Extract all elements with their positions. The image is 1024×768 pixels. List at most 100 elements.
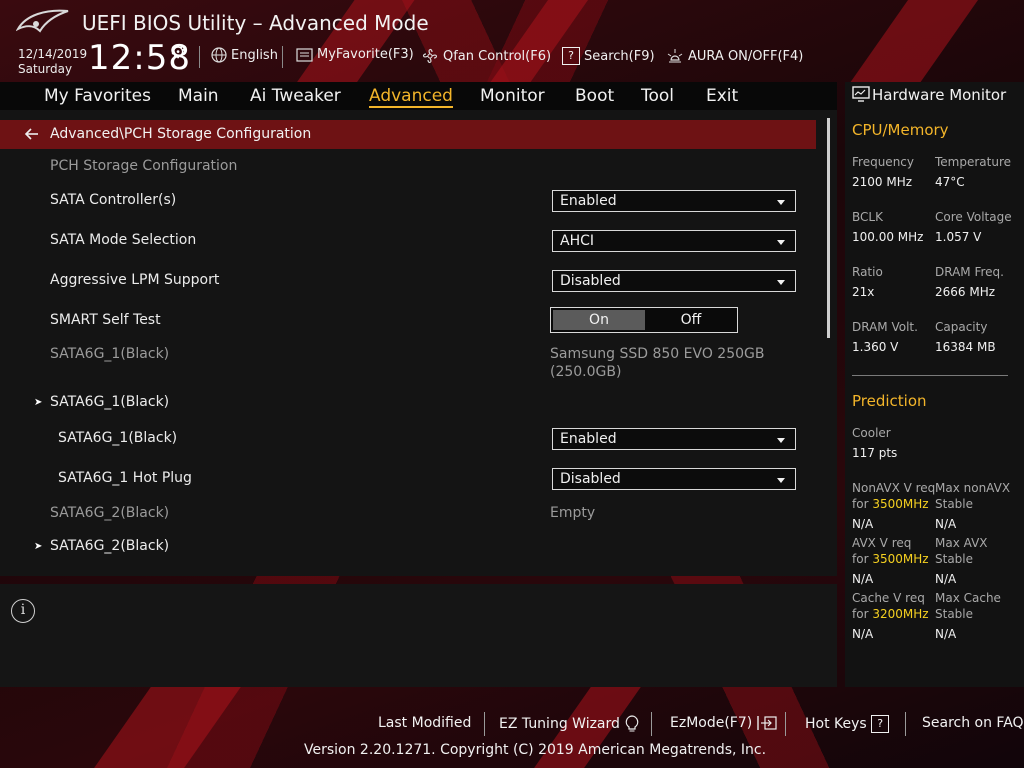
hw-divider (852, 375, 1008, 376)
nonavx-freq-line: for 3500MHz (852, 497, 929, 511)
avx-freq: 3500MHz (872, 552, 929, 566)
avx-for: for (852, 552, 869, 566)
cache-for: for (852, 607, 869, 621)
sata-controller-select[interactable]: Enabled (552, 190, 796, 212)
max-cache-label: Max Cache (935, 591, 1001, 605)
search-faq-button[interactable]: Search on FAQ (922, 715, 1024, 731)
last-modified-button[interactable]: Last Modified (378, 715, 471, 731)
tab-advanced[interactable]: Advanced (369, 86, 453, 108)
footer-divider (785, 712, 786, 736)
qfan-button[interactable]: Qfan Control(F6) (421, 47, 551, 65)
header-divider (199, 46, 200, 68)
back-arrow-icon[interactable] (24, 126, 40, 142)
tab-exit[interactable]: Exit (706, 86, 738, 106)
hotkeys-label: Hot Keys (805, 716, 867, 732)
port1-device-size: (250.0GB) (550, 364, 622, 380)
prediction-heading: Prediction (852, 392, 927, 410)
smart-off-option[interactable]: Off (647, 310, 735, 330)
lpm-select[interactable]: Disabled (552, 270, 796, 292)
port1-device-name: Samsung SSD 850 EVO 250GB (550, 346, 765, 362)
sata-mode-select[interactable]: AHCI (552, 230, 796, 252)
port1-enable-select[interactable]: Enabled (552, 428, 796, 450)
chevron-down-icon (777, 240, 785, 245)
lightbulb-icon (626, 715, 639, 732)
tab-tool[interactable]: Tool (641, 86, 674, 106)
sata-controller-label: SATA Controller(s) (50, 192, 177, 208)
dram-freq-value: 2666 MHz (935, 285, 996, 299)
tab-main[interactable]: Main (178, 86, 219, 106)
qfan-label: Qfan Control(F6) (443, 48, 552, 64)
max-nonavx-label: Max nonAVX (935, 481, 1011, 495)
ez-tuning-label: EZ Tuning Wizard (499, 716, 620, 732)
core-voltage-label: Core Voltage (935, 210, 1012, 224)
hw-monitor-title: Hardware Monitor (872, 86, 1007, 104)
max-nonavx-value: N/A (935, 517, 957, 531)
ez-tuning-button[interactable]: EZ Tuning Wizard (499, 715, 640, 733)
globe-icon (211, 47, 227, 63)
dram-volt-label: DRAM Volt. (852, 320, 918, 334)
bg-slash (484, 0, 596, 90)
expand-arrow-icon: ➤ (34, 541, 43, 552)
myfavorite-label: MyFavorite(F3) (317, 47, 414, 62)
rog-logo (16, 9, 69, 33)
capacity-value: 16384 MB (935, 340, 996, 354)
section-title: PCH Storage Configuration (50, 158, 238, 174)
cache-value: N/A (852, 627, 874, 641)
cache-freq-line: for 3200MHz (852, 607, 929, 621)
header-divider (282, 46, 283, 68)
port2-info-label: SATA6G_2(Black) (50, 505, 170, 521)
capacity-label: Capacity (935, 320, 988, 334)
aura-label: AURA ON/OFF(F4) (688, 48, 804, 64)
date-display: 12/14/2019 Saturday (18, 47, 87, 77)
menu-bar: My Favorites Main Ai Tweaker Advanced Mo… (0, 82, 837, 110)
smart-on-option[interactable]: On (553, 310, 645, 330)
ratio-value: 21x (852, 285, 875, 299)
search-button[interactable]: ? Search(F9) (562, 47, 655, 65)
date-text: 12/14/2019 (18, 47, 88, 61)
gear-icon[interactable]: ⚙ (170, 42, 186, 63)
app-title: UEFI BIOS Utility – Advanced Mode (82, 11, 429, 35)
port2-status: Empty (550, 505, 596, 521)
fan-icon (422, 48, 438, 64)
nonavx-for: for (852, 497, 869, 511)
max-nonavx-stable: Stable (935, 497, 974, 511)
chevron-down-icon (777, 200, 785, 205)
language-button[interactable]: English (211, 47, 278, 63)
sata-mode-label: SATA Mode Selection (50, 232, 197, 248)
max-avx-stable: Stable (935, 552, 974, 566)
ezmode-label: EzMode(F7) (670, 715, 753, 731)
sata-controller-value: Enabled (560, 193, 617, 209)
ezmode-button[interactable]: EzMode(F7) (670, 715, 777, 731)
smart-toggle[interactable]: On Off (550, 307, 738, 333)
lpm-value: Disabled (560, 273, 621, 289)
chevron-down-icon (777, 478, 785, 483)
port1-submenu[interactable]: SATA6G_1(Black) (50, 394, 169, 410)
nonavx-label: NonAVX V req (852, 481, 936, 495)
max-avx-label: Max AVX (935, 536, 988, 550)
bclk-label: BCLK (852, 210, 883, 224)
tab-my-favorites[interactable]: My Favorites (44, 86, 151, 106)
max-avx-value: N/A (935, 572, 957, 586)
cache-freq: 3200MHz (872, 607, 929, 621)
port1-hotplug-label: SATA6G_1 Hot Plug (58, 470, 192, 486)
cooler-value: 117 pts (852, 446, 898, 460)
nonavx-freq: 3500MHz (872, 497, 929, 511)
myfavorite-button[interactable]: MyFavorite(F3) (296, 47, 414, 62)
footer-divider (484, 712, 485, 736)
lpm-label: Aggressive LPM Support (50, 272, 220, 288)
hotkeys-button[interactable]: Hot Keys ? (805, 715, 890, 733)
port1-hotplug-select[interactable]: Disabled (552, 468, 796, 490)
core-voltage-value: 1.057 V (935, 230, 982, 244)
search-help-icon: ? (562, 47, 580, 65)
tab-boot[interactable]: Boot (575, 86, 614, 106)
bg-slash (88, 686, 242, 768)
port2-submenu[interactable]: SATA6G_2(Black) (50, 538, 169, 554)
tab-monitor[interactable]: Monitor (480, 86, 545, 106)
aura-button[interactable]: AURA ON/OFF(F4) (666, 47, 803, 65)
scrollbar[interactable] (827, 118, 830, 338)
footer-divider (651, 712, 652, 736)
breadcrumb: Advanced\PCH Storage Configuration (0, 120, 816, 149)
tab-ai-tweaker[interactable]: Ai Tweaker (250, 86, 341, 106)
dram-volt-value: 1.360 V (852, 340, 899, 354)
avx-freq-line: for 3500MHz (852, 552, 929, 566)
